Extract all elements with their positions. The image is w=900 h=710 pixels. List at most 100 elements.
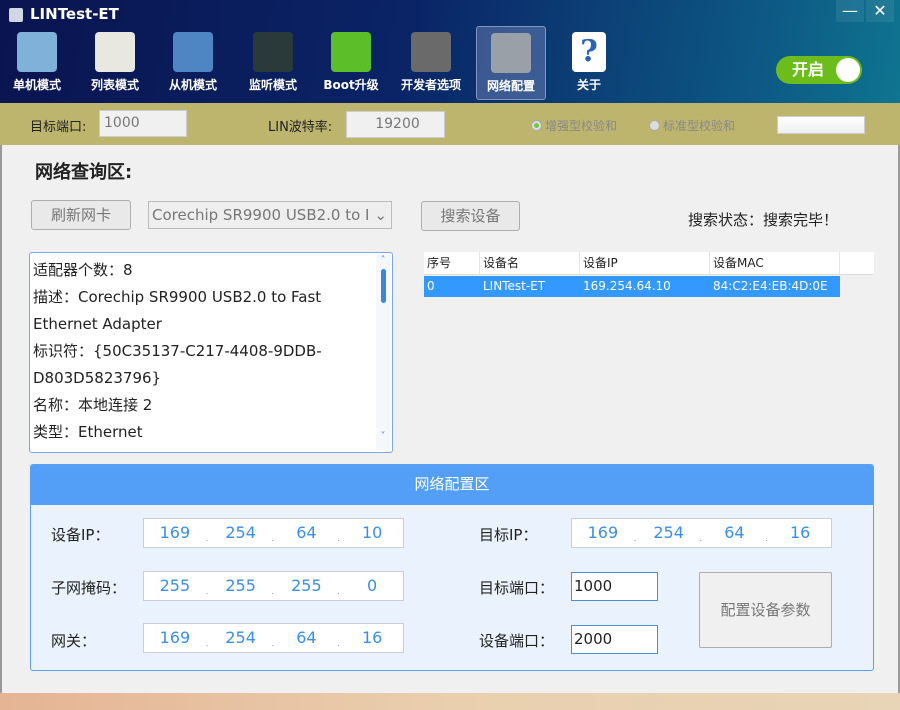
toolbar-item-label: Boot升级 bbox=[323, 78, 379, 92]
toolbar-item-2[interactable]: 从机模式 bbox=[158, 26, 228, 100]
ip-octet[interactable]: 254 bbox=[638, 519, 700, 547]
apply-config-button[interactable]: 配置设备参数 bbox=[699, 572, 832, 648]
ip-octet[interactable]: 169 bbox=[144, 519, 206, 547]
ip-octet[interactable]: 169 bbox=[144, 624, 206, 652]
adapter-select-value: Corechip SR9900 USB2.0 to I bbox=[152, 206, 370, 224]
toolbar-item-5[interactable]: 开发者选项 bbox=[396, 26, 466, 100]
table-row[interactable]: 0 LINTest-ET 169.254.64.10 84:C2:E4:EB:4… bbox=[424, 276, 840, 297]
query-section-title: 网络查询区: bbox=[35, 162, 133, 183]
ip-octet[interactable]: 169 bbox=[572, 519, 634, 547]
config-target-port-label: 目标端口： bbox=[479, 579, 555, 597]
toolbar-item-6[interactable]: 网络配置 bbox=[476, 26, 546, 100]
device-ip-input[interactable]: 169. 254. 64. 10 bbox=[143, 518, 404, 548]
scroll-down-icon[interactable]: ˅ bbox=[376, 423, 390, 450]
help-icon: ? bbox=[572, 32, 606, 72]
info-line: 类型：Ethernet bbox=[33, 423, 143, 441]
device-port-input[interactable]: 2000 bbox=[571, 625, 658, 654]
ip-octet[interactable]: 64 bbox=[704, 519, 766, 547]
toggle-knob bbox=[836, 58, 860, 82]
notepad-icon bbox=[95, 32, 135, 72]
toolbar-item-label: 开发者选项 bbox=[400, 78, 461, 92]
toolbar-item-label: 关于 bbox=[576, 78, 601, 92]
table-header: 序号 设备名 设备IP 设备MAC bbox=[424, 252, 874, 275]
cell: 169.254.64.10 bbox=[583, 279, 671, 293]
toolbar-item-label: 列表模式 bbox=[90, 78, 139, 92]
target-ip-input[interactable]: 169. 254. 64. 16 bbox=[571, 518, 832, 548]
col-header[interactable]: 设备MAC bbox=[710, 252, 840, 274]
baud-input[interactable]: 19200 bbox=[346, 111, 445, 138]
enable-toggle[interactable]: 开启 bbox=[776, 56, 862, 84]
gateway-label: 网关： bbox=[51, 632, 97, 650]
target-ip-label: 目标IP： bbox=[479, 526, 538, 544]
radio-dot-icon bbox=[531, 120, 542, 131]
subnet-mask-input[interactable]: 255. 255. 255. 0 bbox=[143, 571, 404, 601]
toolbar-item-label: 网络配置 bbox=[486, 79, 535, 93]
ip-octet[interactable]: 255 bbox=[276, 572, 338, 600]
device-table: 序号 设备名 设备IP 设备MAC 0 LINTest-ET 169.254.6… bbox=[424, 252, 874, 297]
radio-standard-checksum[interactable]: 标准型校验和 bbox=[649, 117, 735, 134]
config-section-title: 网络配置区 bbox=[31, 465, 873, 505]
minimize-button[interactable]: — bbox=[836, 0, 864, 22]
ip-octet[interactable]: 64 bbox=[276, 624, 338, 652]
scroll-thumb[interactable] bbox=[380, 269, 386, 303]
app-icon bbox=[9, 8, 23, 22]
ip-octet[interactable]: 10 bbox=[341, 519, 403, 547]
toolbar-item-label: 监听模式 bbox=[248, 78, 297, 92]
tools-icon bbox=[491, 33, 531, 73]
refresh-adapter-button[interactable]: 刷新网卡 bbox=[31, 200, 131, 230]
toolbar-item-0[interactable]: 单机模式 bbox=[2, 26, 72, 100]
radio-enhanced-checksum[interactable]: 增强型校验和 bbox=[531, 117, 617, 134]
toolbar-item-1[interactable]: 列表模式 bbox=[80, 26, 150, 100]
target-port-input[interactable]: 1000 bbox=[99, 110, 187, 137]
ip-octet[interactable]: 16 bbox=[341, 624, 403, 652]
device-port-label: 设备端口： bbox=[479, 632, 555, 650]
close-button[interactable]: ✕ bbox=[866, 0, 894, 22]
info-line: D803D5823796} bbox=[33, 369, 162, 387]
search-status: 搜索状态：搜索完毕！ bbox=[688, 211, 839, 229]
ip-octet[interactable]: 0 bbox=[341, 572, 403, 600]
gateway-input[interactable]: 169. 254. 64. 16 bbox=[143, 623, 404, 653]
ip-octet[interactable]: 254 bbox=[210, 519, 272, 547]
subnet-mask-label: 子网掩码： bbox=[51, 579, 127, 597]
gear-icon bbox=[411, 32, 451, 72]
col-header[interactable]: 设备IP bbox=[580, 252, 710, 274]
config-target-port-input[interactable]: 1000 bbox=[571, 572, 658, 601]
pulse-monitor-icon bbox=[253, 32, 293, 72]
toolbar-item-7[interactable]: ? 关于 bbox=[554, 26, 624, 100]
toolbar-item-label: 从机模式 bbox=[168, 78, 217, 92]
info-line: 名称：本地连接 2 bbox=[33, 396, 153, 414]
col-header[interactable]: 设备名 bbox=[480, 252, 580, 274]
adapter-info-textarea[interactable]: 适配器个数：8 描述：Corechip SR9900 USB2.0 to Fast… bbox=[29, 252, 393, 453]
cell: 84:C2:E4:EB:4D:0E bbox=[713, 279, 828, 293]
chevron-down-icon: ⌄ bbox=[371, 202, 387, 228]
radio-dot-icon bbox=[649, 120, 660, 131]
info-line: 描述：Corechip SR9900 USB2.0 to Fast bbox=[33, 288, 322, 306]
toolbar-item-label: 单机模式 bbox=[12, 78, 61, 92]
status-field bbox=[777, 116, 865, 134]
adapter-select[interactable]: Corechip SR9900 USB2.0 to I ⌄ bbox=[148, 201, 392, 229]
scroll-up-icon[interactable]: ˄ bbox=[376, 255, 390, 267]
ip-octet[interactable]: 64 bbox=[276, 519, 338, 547]
col-header[interactable]: 序号 bbox=[424, 252, 480, 274]
baud-label: LIN波特率: bbox=[268, 120, 333, 135]
arrow-window-icon bbox=[173, 32, 213, 72]
toolbar-item-4[interactable]: Boot升级 bbox=[316, 26, 386, 100]
ip-octet[interactable]: 16 bbox=[769, 519, 831, 547]
info-line: Ethernet Adapter bbox=[33, 315, 162, 333]
cell: 0 bbox=[427, 279, 435, 293]
info-line: 适配器个数：8 bbox=[33, 261, 133, 279]
target-port-label: 目标端口: bbox=[30, 120, 87, 135]
device-ip-label: 设备IP： bbox=[51, 526, 110, 544]
status-strip bbox=[0, 693, 900, 710]
search-device-button[interactable]: 搜索设备 bbox=[421, 201, 520, 231]
toggle-label: 开启 bbox=[792, 60, 825, 79]
ip-octet[interactable]: 255 bbox=[144, 572, 206, 600]
scrollbar[interactable]: ˄ ˅ bbox=[376, 255, 390, 450]
ip-octet[interactable]: 255 bbox=[210, 572, 272, 600]
toolbar-item-3[interactable]: 监听模式 bbox=[238, 26, 308, 100]
monitor-icon bbox=[17, 32, 57, 72]
ip-octet[interactable]: 254 bbox=[210, 624, 272, 652]
window-title: LINTest-ET bbox=[30, 5, 119, 23]
radio-label: 标准型校验和 bbox=[663, 119, 736, 133]
cell: LINTest-ET bbox=[483, 279, 546, 293]
